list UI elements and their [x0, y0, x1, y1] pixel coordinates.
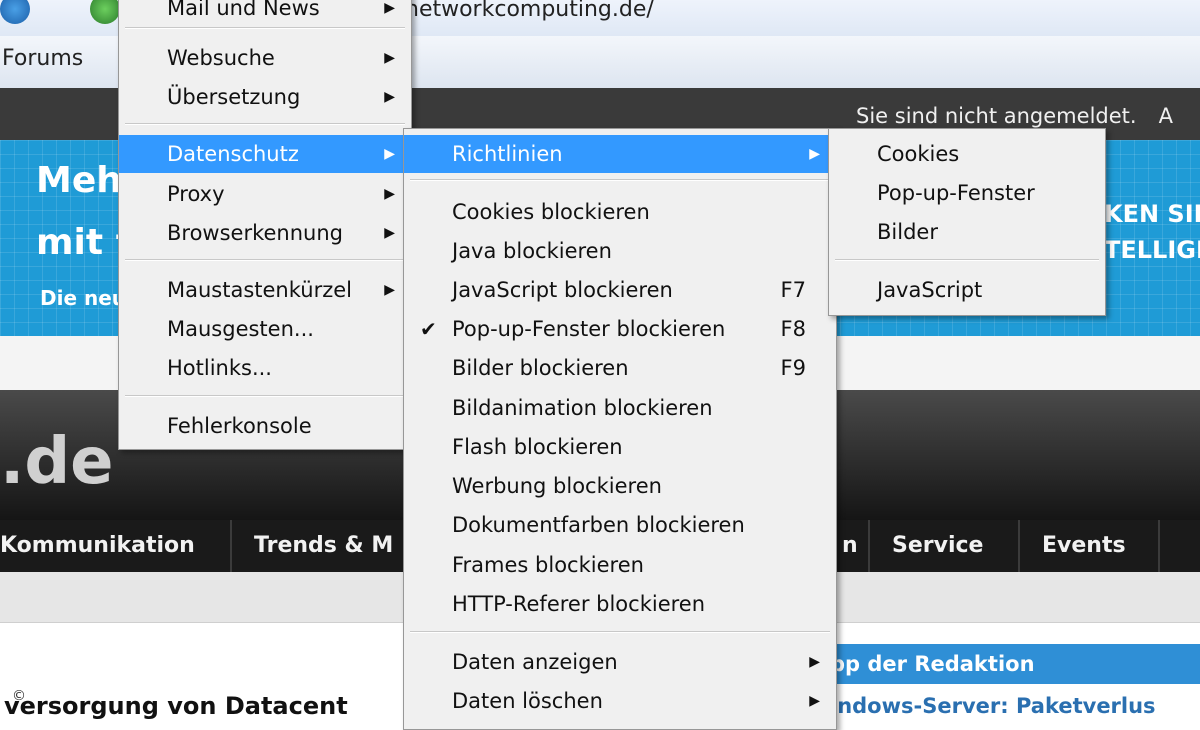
menu-item-policy-popups[interactable]: Pop-up-Fenster — [829, 174, 1105, 212]
menu-item-werbung-blockieren[interactable]: Werbung blockieren — [404, 467, 836, 505]
menu-item-frames-blockieren[interactable]: Frames blockieren — [404, 546, 836, 584]
menu-separator — [410, 179, 830, 181]
address-bar[interactable]: networkcomputing.de/ — [405, 0, 1200, 28]
datenschutz-submenu: Richtlinien ▶ Cookies blockieren Java blo… — [403, 128, 837, 730]
chevron-right-icon: ▶ — [809, 654, 820, 670]
menu-item-java-blockieren[interactable]: Java blockieren — [404, 232, 836, 270]
menu-item-daten-loeschen[interactable]: Daten löschen ▶ — [404, 682, 836, 720]
menu-item-bilder-blockieren[interactable]: Bilder blockieren F9 — [404, 349, 836, 387]
banner-line2: mit f — [36, 222, 132, 263]
nav-events[interactable]: Events — [1020, 520, 1160, 572]
chevron-right-icon: ▶ — [384, 146, 395, 162]
copyright-mark: © — [12, 688, 26, 704]
menu-item-mail-news[interactable]: Mail und News ▶ — [119, 0, 411, 27]
richtlinien-submenu: Cookies Pop-up-Fenster Bilder JavaScript — [828, 128, 1106, 316]
nav-kommunikation[interactable]: Kommunikation — [0, 520, 232, 572]
menu-separator — [125, 123, 405, 125]
chevron-right-icon: ▶ — [384, 282, 395, 298]
tip-article-link[interactable]: indows-Server: Paketverlus — [830, 694, 1156, 718]
menu-item-hotlinks[interactable]: Hotlinks... — [119, 349, 411, 387]
menu-separator — [125, 27, 405, 29]
tip-header: pp der Redaktion — [830, 644, 1200, 684]
menu-item-policy-javascript[interactable]: JavaScript — [829, 271, 1105, 309]
menu-item-maustastenkuerzel[interactable]: Maustastenkürzel ▶ — [119, 271, 411, 309]
chevron-right-icon: ▶ — [384, 225, 395, 241]
menu-separator — [835, 259, 1099, 261]
menu-item-flash-blockieren[interactable]: Flash blockieren — [404, 428, 836, 466]
site-logo[interactable]: .de — [0, 425, 114, 499]
chevron-right-icon: ▶ — [809, 146, 820, 162]
chevron-right-icon: ▶ — [384, 0, 395, 16]
nav-trends[interactable]: Trends & M — [232, 520, 432, 572]
menu-item-bildanimation-blockieren[interactable]: Bildanimation blockieren — [404, 389, 836, 427]
menu-separator — [125, 259, 405, 261]
menu-separator — [125, 395, 405, 397]
article-headline[interactable]: versorgung von Datacent — [4, 692, 348, 720]
menu-item-proxy[interactable]: Proxy ▶ — [119, 175, 411, 213]
menu-separator — [410, 631, 830, 633]
checkmark-icon: ✔ — [420, 317, 437, 341]
menu-item-websuche[interactable]: Websuche ▶ — [119, 39, 411, 77]
banner-right1: KEN SIE, — [1104, 200, 1200, 228]
chevron-right-icon: ▶ — [809, 693, 820, 709]
menu-item-fehlerkonsole[interactable]: Fehlerkonsole — [119, 407, 411, 445]
menu-item-dokumentfarben-blockieren[interactable]: Dokumentfarben blockieren — [404, 506, 836, 544]
main-menu: Mail und News ▶ Websuche ▶ Übersetzung ▶ Da… — [118, 0, 412, 450]
menu-item-javascript-blockieren[interactable]: JavaScript blockieren F7 — [404, 271, 836, 309]
nav-service[interactable]: Service — [870, 520, 1020, 572]
menu-item-datenschutz[interactable]: Datenschutz ▶ — [119, 135, 411, 173]
menu-item-cookies-blockieren[interactable]: Cookies blockieren — [404, 193, 836, 231]
menu-item-policy-cookies[interactable]: Cookies — [829, 135, 1105, 173]
menu-item-uebersetzung[interactable]: Übersetzung ▶ — [119, 78, 411, 116]
bookmark-forums[interactable]: Forums — [2, 46, 83, 71]
menu-item-mausgesten[interactable]: Mausgesten... — [119, 310, 411, 348]
menu-item-popup-blockieren[interactable]: ✔ Pop-up-Fenster blockieren F8 — [404, 310, 836, 348]
login-status: Sie sind nicht angemeldet. A — [856, 104, 1173, 128]
banner-line3: Die neu — [40, 286, 127, 310]
chevron-right-icon: ▶ — [384, 186, 395, 202]
chevron-right-icon: ▶ — [384, 89, 395, 105]
chevron-right-icon: ▶ — [384, 50, 395, 66]
menu-item-richtlinien[interactable]: Richtlinien ▶ — [404, 135, 836, 173]
menu-item-policy-bilder[interactable]: Bilder — [829, 213, 1105, 251]
menu-item-daten-anzeigen[interactable]: Daten anzeigen ▶ — [404, 643, 836, 681]
banner-right2: TELLIGEN — [1104, 236, 1200, 264]
menu-item-browserkennung[interactable]: Browserkennung ▶ — [119, 214, 411, 252]
menu-item-referer-blockieren[interactable]: HTTP-Referer blockieren — [404, 585, 836, 623]
